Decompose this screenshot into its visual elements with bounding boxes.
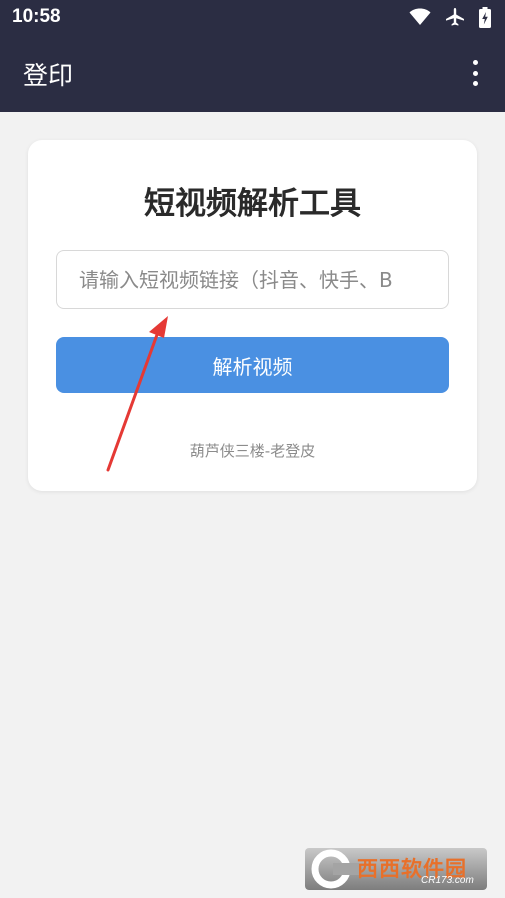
menu-dot [472, 81, 478, 86]
menu-dot [472, 60, 478, 65]
more-vert-icon[interactable] [469, 60, 481, 86]
status-bar: 10:58 [0, 0, 505, 36]
card-title: 短视频解析工具 [144, 186, 361, 222]
toolbar-title: 登印 [23, 61, 74, 90]
airplane-icon [445, 7, 465, 27]
app-bar: 10:58 登印 [0, 0, 505, 112]
status-time: 10:58 [12, 6, 61, 27]
menu-dot [472, 70, 478, 76]
watermark-url: CR173.com [421, 875, 474, 886]
parse-video-button[interactable]: 解析视频 [56, 337, 449, 393]
wifi-icon [409, 8, 431, 26]
status-icons [409, 6, 491, 28]
credit-text: 葫芦侠三楼-老登皮 [189, 442, 316, 460]
battery-charging-icon [479, 6, 491, 28]
video-link-input[interactable] [56, 250, 449, 309]
watermark: 西西软件园 CR173.com [305, 848, 487, 890]
